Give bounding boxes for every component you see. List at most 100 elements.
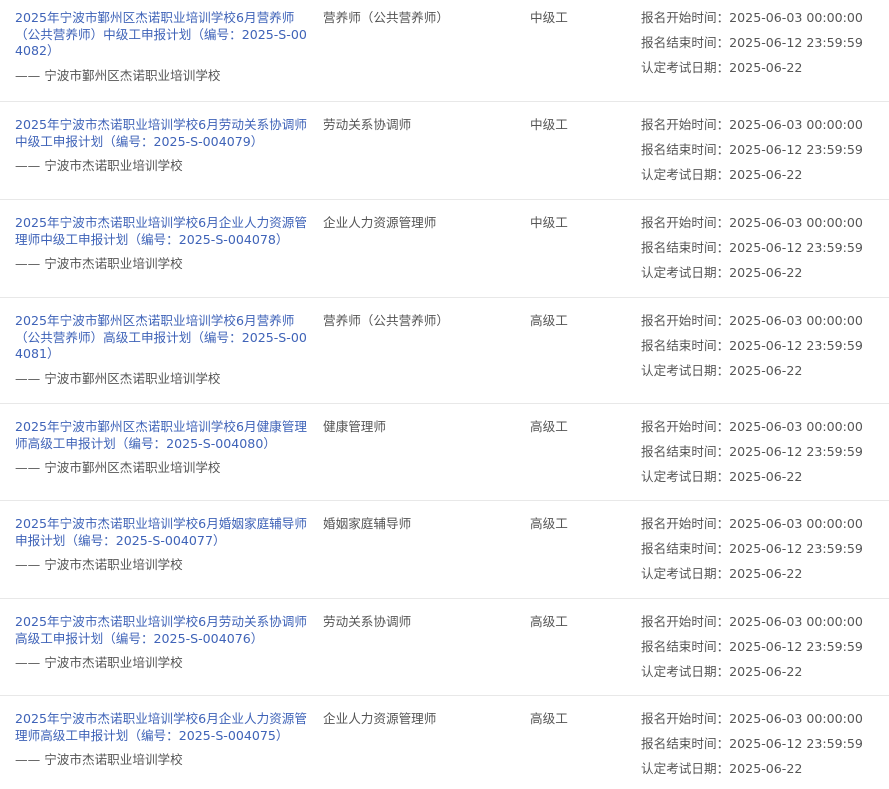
reg-start-value: 2025-06-03 00:00:00 bbox=[729, 117, 863, 132]
reg-end-value: 2025-06-12 23:59:59 bbox=[729, 541, 863, 556]
plan-title-link[interactable]: 2025年宁波市鄞州区杰诺职业培训学校6月健康管理师高级工申报计划（编号：202… bbox=[15, 419, 313, 452]
exam-date-line: 认定考试日期：2025-06-22 bbox=[641, 363, 863, 388]
plan-org: —— 宁波市杰诺职业培训学校 bbox=[15, 655, 183, 670]
plan-title-link[interactable]: 2025年宁波市杰诺职业培训学校6月企业人力资源管理师高级工申报计划（编号：20… bbox=[15, 711, 313, 744]
reg-start-value: 2025-06-03 00:00:00 bbox=[729, 313, 863, 328]
plan-title-link[interactable]: 2025年宁波市杰诺职业培训学校6月婚姻家庭辅导师申报计划（编号：2025-S-… bbox=[15, 516, 313, 549]
reg-start-value: 2025-06-03 00:00:00 bbox=[729, 419, 863, 434]
reg-start-line: 报名开始时间：2025-06-03 00:00:00 bbox=[641, 313, 863, 338]
plan-org: —— 宁波市杰诺职业培训学校 bbox=[15, 752, 183, 767]
plan-row: 2025年宁波市鄞州区杰诺职业培训学校6月营养师（公共营养师）高级工申报计划（编… bbox=[0, 298, 889, 404]
reg-start-line: 报名开始时间：2025-06-03 00:00:00 bbox=[641, 215, 863, 240]
exam-date-label: 认定考试日期： bbox=[641, 60, 730, 75]
reg-start-value: 2025-06-03 00:00:00 bbox=[729, 711, 863, 726]
exam-date-line: 认定考试日期：2025-06-22 bbox=[641, 566, 863, 591]
exam-date-label: 认定考试日期： bbox=[641, 167, 730, 182]
plan-level: 高级工 bbox=[530, 516, 568, 531]
plan-dates: 报名开始时间：2025-06-03 00:00:00 报名结束时间：2025-0… bbox=[641, 614, 863, 689]
exam-date-label: 认定考试日期： bbox=[641, 761, 730, 776]
plan-occupation: 健康管理师 bbox=[323, 419, 386, 434]
reg-start-line: 报名开始时间：2025-06-03 00:00:00 bbox=[641, 10, 863, 35]
plan-dates: 报名开始时间：2025-06-03 00:00:00 报名结束时间：2025-0… bbox=[641, 215, 863, 290]
reg-start-line: 报名开始时间：2025-06-03 00:00:00 bbox=[641, 516, 863, 541]
plan-occupation: 营养师（公共营养师） bbox=[323, 10, 449, 25]
reg-end-line: 报名结束时间：2025-06-12 23:59:59 bbox=[641, 444, 863, 469]
exam-date-value: 2025-06-22 bbox=[729, 664, 803, 679]
reg-end-label: 报名结束时间： bbox=[641, 35, 730, 50]
reg-start-label: 报名开始时间： bbox=[641, 313, 730, 328]
exam-date-value: 2025-06-22 bbox=[729, 167, 803, 182]
exam-date-label: 认定考试日期： bbox=[641, 664, 730, 679]
plan-title-link[interactable]: 2025年宁波市杰诺职业培训学校6月企业人力资源管理师中级工申报计划（编号：20… bbox=[15, 215, 313, 248]
reg-end-line: 报名结束时间：2025-06-12 23:59:59 bbox=[641, 35, 863, 60]
reg-start-label: 报名开始时间： bbox=[641, 711, 730, 726]
plan-occupation: 企业人力资源管理师 bbox=[323, 215, 437, 230]
plan-level: 中级工 bbox=[530, 215, 568, 230]
reg-end-label: 报名结束时间： bbox=[641, 142, 730, 157]
plan-title-link[interactable]: 2025年宁波市杰诺职业培训学校6月劳动关系协调师中级工申报计划（编号：2025… bbox=[15, 117, 313, 150]
reg-end-label: 报名结束时间： bbox=[641, 444, 730, 459]
plan-row: 2025年宁波市鄞州区杰诺职业培训学校6月健康管理师高级工申报计划（编号：202… bbox=[0, 404, 889, 501]
reg-end-value: 2025-06-12 23:59:59 bbox=[729, 35, 863, 50]
reg-end-line: 报名结束时间：2025-06-12 23:59:59 bbox=[641, 338, 863, 363]
exam-date-value: 2025-06-22 bbox=[729, 761, 803, 776]
plan-title-cell: 2025年宁波市杰诺职业培训学校6月企业人力资源管理师高级工申报计划（编号：20… bbox=[15, 711, 313, 768]
exam-date-line: 认定考试日期：2025-06-22 bbox=[641, 664, 863, 689]
reg-end-label: 报名结束时间： bbox=[641, 338, 730, 353]
plan-title-link[interactable]: 2025年宁波市鄞州区杰诺职业培训学校6月营养师（公共营养师）中级工申报计划（编… bbox=[15, 10, 313, 60]
exam-date-line: 认定考试日期：2025-06-22 bbox=[641, 265, 863, 290]
plan-occupation: 劳动关系协调师 bbox=[323, 614, 412, 629]
reg-end-label: 报名结束时间： bbox=[641, 541, 730, 556]
plan-title-cell: 2025年宁波市杰诺职业培训学校6月婚姻家庭辅导师申报计划（编号：2025-S-… bbox=[15, 516, 313, 573]
plan-row: 2025年宁波市杰诺职业培训学校6月劳动关系协调师中级工申报计划（编号：2025… bbox=[0, 102, 889, 200]
reg-end-line: 报名结束时间：2025-06-12 23:59:59 bbox=[641, 142, 863, 167]
reg-start-label: 报名开始时间： bbox=[641, 614, 730, 629]
reg-end-line: 报名结束时间：2025-06-12 23:59:59 bbox=[641, 240, 863, 265]
reg-start-label: 报名开始时间： bbox=[641, 117, 730, 132]
reg-end-label: 报名结束时间： bbox=[641, 240, 730, 255]
plan-title-cell: 2025年宁波市杰诺职业培训学校6月劳动关系协调师中级工申报计划（编号：2025… bbox=[15, 117, 313, 174]
exam-date-line: 认定考试日期：2025-06-22 bbox=[641, 167, 863, 192]
plan-row: 2025年宁波市鄞州区杰诺职业培训学校6月营养师（公共营养师）中级工申报计划（编… bbox=[0, 0, 889, 102]
plan-occupation: 企业人力资源管理师 bbox=[323, 711, 437, 726]
plan-row: 2025年宁波市杰诺职业培训学校6月企业人力资源管理师中级工申报计划（编号：20… bbox=[0, 200, 889, 298]
reg-end-label: 报名结束时间： bbox=[641, 736, 730, 751]
plan-org: —— 宁波市杰诺职业培训学校 bbox=[15, 256, 183, 271]
exam-date-label: 认定考试日期： bbox=[641, 363, 730, 378]
plan-row: 2025年宁波市杰诺职业培训学校6月劳动关系协调师高级工申报计划（编号：2025… bbox=[0, 599, 889, 696]
reg-start-line: 报名开始时间：2025-06-03 00:00:00 bbox=[641, 614, 863, 639]
plan-org: —— 宁波市鄞州区杰诺职业培训学校 bbox=[15, 370, 221, 386]
reg-start-label: 报名开始时间： bbox=[641, 215, 730, 230]
exam-date-value: 2025-06-22 bbox=[729, 566, 803, 581]
plan-level: 中级工 bbox=[530, 117, 568, 132]
plan-title-cell: 2025年宁波市鄞州区杰诺职业培训学校6月营养师（公共营养师）高级工申报计划（编… bbox=[15, 313, 313, 387]
reg-end-value: 2025-06-12 23:59:59 bbox=[729, 142, 863, 157]
reg-end-line: 报名结束时间：2025-06-12 23:59:59 bbox=[641, 541, 863, 566]
plan-title-link[interactable]: 2025年宁波市杰诺职业培训学校6月劳动关系协调师高级工申报计划（编号：2025… bbox=[15, 614, 313, 647]
plan-org: —— 宁波市鄞州区杰诺职业培训学校 bbox=[15, 67, 221, 83]
plan-occupation: 营养师（公共营养师） bbox=[323, 313, 449, 328]
exam-date-label: 认定考试日期： bbox=[641, 265, 730, 280]
reg-end-value: 2025-06-12 23:59:59 bbox=[729, 639, 863, 654]
exam-date-line: 认定考试日期：2025-06-22 bbox=[641, 761, 863, 786]
reg-end-label: 报名结束时间： bbox=[641, 639, 730, 654]
plan-level: 高级工 bbox=[530, 419, 568, 434]
reg-start-line: 报名开始时间：2025-06-03 00:00:00 bbox=[641, 117, 863, 142]
exam-date-label: 认定考试日期： bbox=[641, 566, 730, 581]
exam-date-value: 2025-06-22 bbox=[729, 363, 803, 378]
reg-start-value: 2025-06-03 00:00:00 bbox=[729, 516, 863, 531]
exam-date-line: 认定考试日期：2025-06-22 bbox=[641, 60, 863, 85]
exam-date-line: 认定考试日期：2025-06-22 bbox=[641, 469, 863, 494]
reg-end-value: 2025-06-12 23:59:59 bbox=[729, 444, 863, 459]
reg-end-value: 2025-06-12 23:59:59 bbox=[729, 338, 863, 353]
plan-org: —— 宁波市鄞州区杰诺职业培训学校 bbox=[15, 460, 221, 475]
plan-level: 高级工 bbox=[530, 614, 568, 629]
reg-start-label: 报名开始时间： bbox=[641, 10, 730, 25]
plan-row: 2025年宁波市杰诺职业培训学校6月企业人力资源管理师高级工申报计划（编号：20… bbox=[0, 696, 889, 789]
reg-start-line: 报名开始时间：2025-06-03 00:00:00 bbox=[641, 419, 863, 444]
plan-dates: 报名开始时间：2025-06-03 00:00:00 报名结束时间：2025-0… bbox=[641, 516, 863, 591]
plan-title-link[interactable]: 2025年宁波市鄞州区杰诺职业培训学校6月营养师（公共营养师）高级工申报计划（编… bbox=[15, 313, 313, 363]
plan-list: 2025年宁波市鄞州区杰诺职业培训学校6月营养师（公共营养师）中级工申报计划（编… bbox=[0, 0, 889, 789]
reg-end-line: 报名结束时间：2025-06-12 23:59:59 bbox=[641, 736, 863, 761]
plan-occupation: 婚姻家庭辅导师 bbox=[323, 516, 412, 531]
